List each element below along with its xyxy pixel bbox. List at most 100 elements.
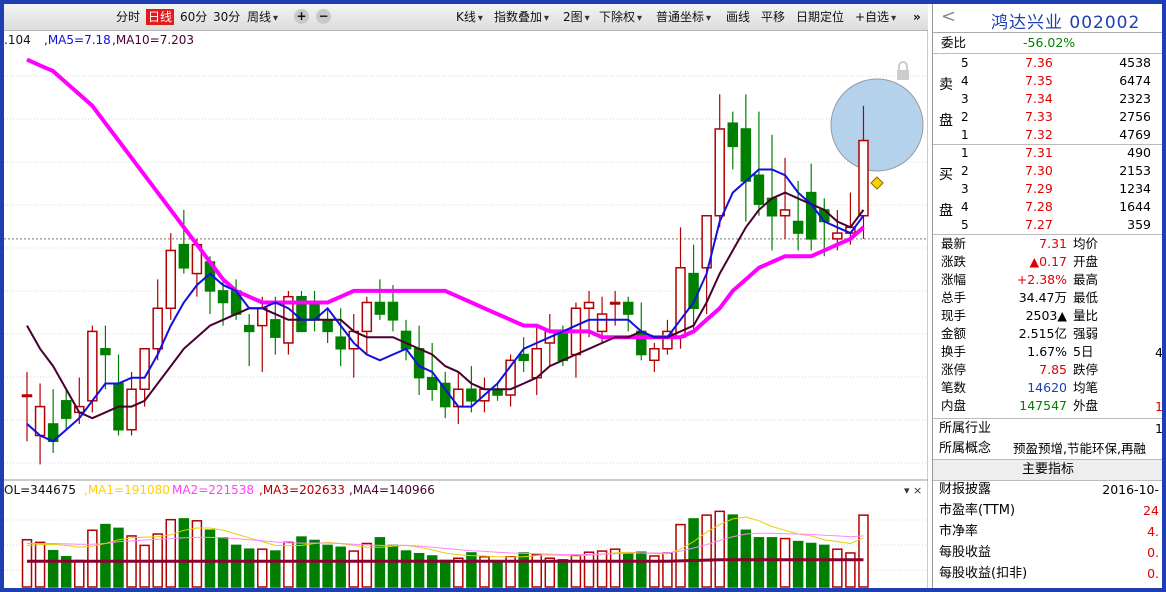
tab-30min[interactable]: 30分	[213, 9, 240, 25]
candle-body	[596, 313, 608, 333]
candle-body	[779, 209, 791, 217]
volume-bar	[805, 542, 817, 588]
week-dropdown[interactable]: 周线	[247, 9, 278, 25]
date-locate-button[interactable]: 日期定位	[796, 9, 844, 25]
wuri-value: 4	[1155, 345, 1162, 360]
volume-bar	[309, 539, 320, 588]
zoom-in-button[interactable]: +	[294, 9, 309, 24]
volume-bar	[348, 550, 359, 588]
legend-vol: OL=344675	[4, 483, 76, 497]
bid-row: 4 7.28 1644	[933, 198, 1162, 216]
metric-row: 每股收益 0.	[933, 544, 1162, 562]
volume-bar	[178, 518, 190, 588]
bid-level: 1	[961, 146, 969, 160]
bid-volume: 490	[1127, 145, 1151, 160]
index-overlay-dropdown[interactable]: 指数叠加	[494, 9, 549, 25]
stat-row: 涨跌 ▲0.17 开盘	[933, 253, 1162, 271]
candle-body	[675, 267, 686, 338]
app-window: 分时 日线 60分 30分 周线 + − K线 指数叠加 2图 下除权 普通坐标…	[4, 4, 1162, 588]
stat-value: 7.85	[1039, 362, 1067, 377]
concept-label: 所属概念	[939, 441, 992, 456]
lock-icon	[897, 70, 909, 80]
next-icon[interactable]: »	[913, 9, 921, 25]
ask-volume: 2756	[1119, 109, 1151, 124]
back-icon[interactable]: <	[941, 6, 956, 27]
chart-grid	[4, 75, 928, 464]
bid-row: 2 7.30 2153	[933, 162, 1162, 180]
volume-series	[21, 510, 869, 588]
ask-row: 4 7.35 6474	[933, 72, 1162, 90]
volume-bar	[21, 538, 33, 588]
candle-body	[387, 301, 399, 321]
ask-price: 7.35	[1025, 73, 1053, 88]
industry-value: 1	[1155, 421, 1162, 436]
metric-label: 每股收益(扣非)	[939, 566, 1028, 581]
stat-value: ▲0.17	[1029, 254, 1067, 269]
candle-body	[34, 405, 46, 437]
stat-label-right: 外盘	[1073, 398, 1099, 413]
ask-row: 5 7.36 4538	[933, 54, 1162, 72]
diamond-marker-icon	[870, 176, 884, 190]
ask-level: 2	[961, 110, 969, 124]
metric-value: 0.	[1147, 566, 1159, 581]
tab-fenshi[interactable]: 分时	[116, 9, 140, 25]
ask-row: 3 7.34 2323	[933, 90, 1162, 108]
stat-label-right: 开盘	[1073, 254, 1099, 269]
volume-bar	[139, 544, 150, 588]
tab-rixian[interactable]: 日线	[146, 9, 175, 25]
volume-bar	[204, 529, 216, 588]
candle-body	[466, 388, 477, 402]
candle-body	[257, 307, 268, 327]
stat-label: 总手	[941, 290, 967, 305]
zoom-out-button[interactable]: −	[316, 9, 331, 24]
volume-bar	[100, 523, 111, 588]
kline-dropdown[interactable]: K线	[456, 9, 483, 25]
exright-dropdown[interactable]: 下除权	[599, 9, 642, 25]
metric-label: 财报披露	[939, 482, 992, 497]
candle-body	[583, 301, 595, 310]
volume-bar	[727, 514, 739, 588]
draw-line-button[interactable]: 画线	[726, 9, 750, 25]
pan-button[interactable]: 平移	[761, 9, 785, 25]
volume-bar	[74, 559, 85, 588]
weibi-value: -56.02%	[1023, 35, 1076, 50]
candlestick-series	[21, 94, 869, 465]
candle-body	[178, 243, 190, 269]
legend-vol-ma3: ,MA3=202633	[259, 483, 345, 497]
volume-bar	[557, 559, 569, 588]
legend-ma-first: .104	[4, 33, 31, 47]
volume-bar	[400, 550, 412, 588]
candle-body	[139, 348, 150, 390]
legend-vol-ma2: MA2=221538	[172, 483, 254, 497]
kline-chart[interactable]: .104 ,MA5=7.18 ,MA10=7.203 OL=344675 ,MA…	[4, 30, 928, 588]
main-indicators-header[interactable]: 主要指标	[933, 459, 1162, 481]
volume-bar	[230, 544, 242, 588]
volume-bar	[636, 551, 647, 588]
volume-bar	[492, 560, 503, 588]
metric-label: 每股收益	[939, 545, 992, 560]
bid-volume: 1644	[1119, 199, 1151, 214]
legend-ma10: ,MA10=7.203	[112, 33, 194, 47]
ask-level: 3	[961, 92, 969, 106]
volume-bar	[270, 550, 281, 588]
stat-row: 笔数 14620 均笔	[933, 379, 1162, 397]
candle-body	[753, 174, 765, 205]
quote-panel: < 鸿达兴业 002002 委比 -56.02% 卖 盘 5 7.36 4538 4 7…	[932, 4, 1162, 588]
stat-label-right: 最高	[1073, 272, 1099, 287]
tab-60min[interactable]: 60分	[180, 9, 207, 25]
volume-bar	[87, 529, 98, 588]
candle-body	[557, 330, 569, 362]
volume-bar	[283, 541, 294, 588]
candle-body	[270, 319, 281, 338]
metric-value: 2016-10-	[1102, 482, 1159, 497]
coordinate-dropdown[interactable]: 普通坐标	[656, 9, 711, 25]
candle-body	[374, 301, 386, 315]
volume-bar	[413, 552, 425, 588]
volume-bar	[688, 518, 699, 588]
candle-body	[21, 394, 33, 398]
concept-value: 预盈预增,节能环保,再融	[1013, 441, 1146, 456]
volume-bar	[257, 548, 268, 588]
watchlist-dropdown[interactable]: +自选	[855, 9, 896, 25]
metric-label: 市净率	[939, 524, 979, 539]
two-chart-dropdown[interactable]: 2图	[563, 9, 590, 25]
